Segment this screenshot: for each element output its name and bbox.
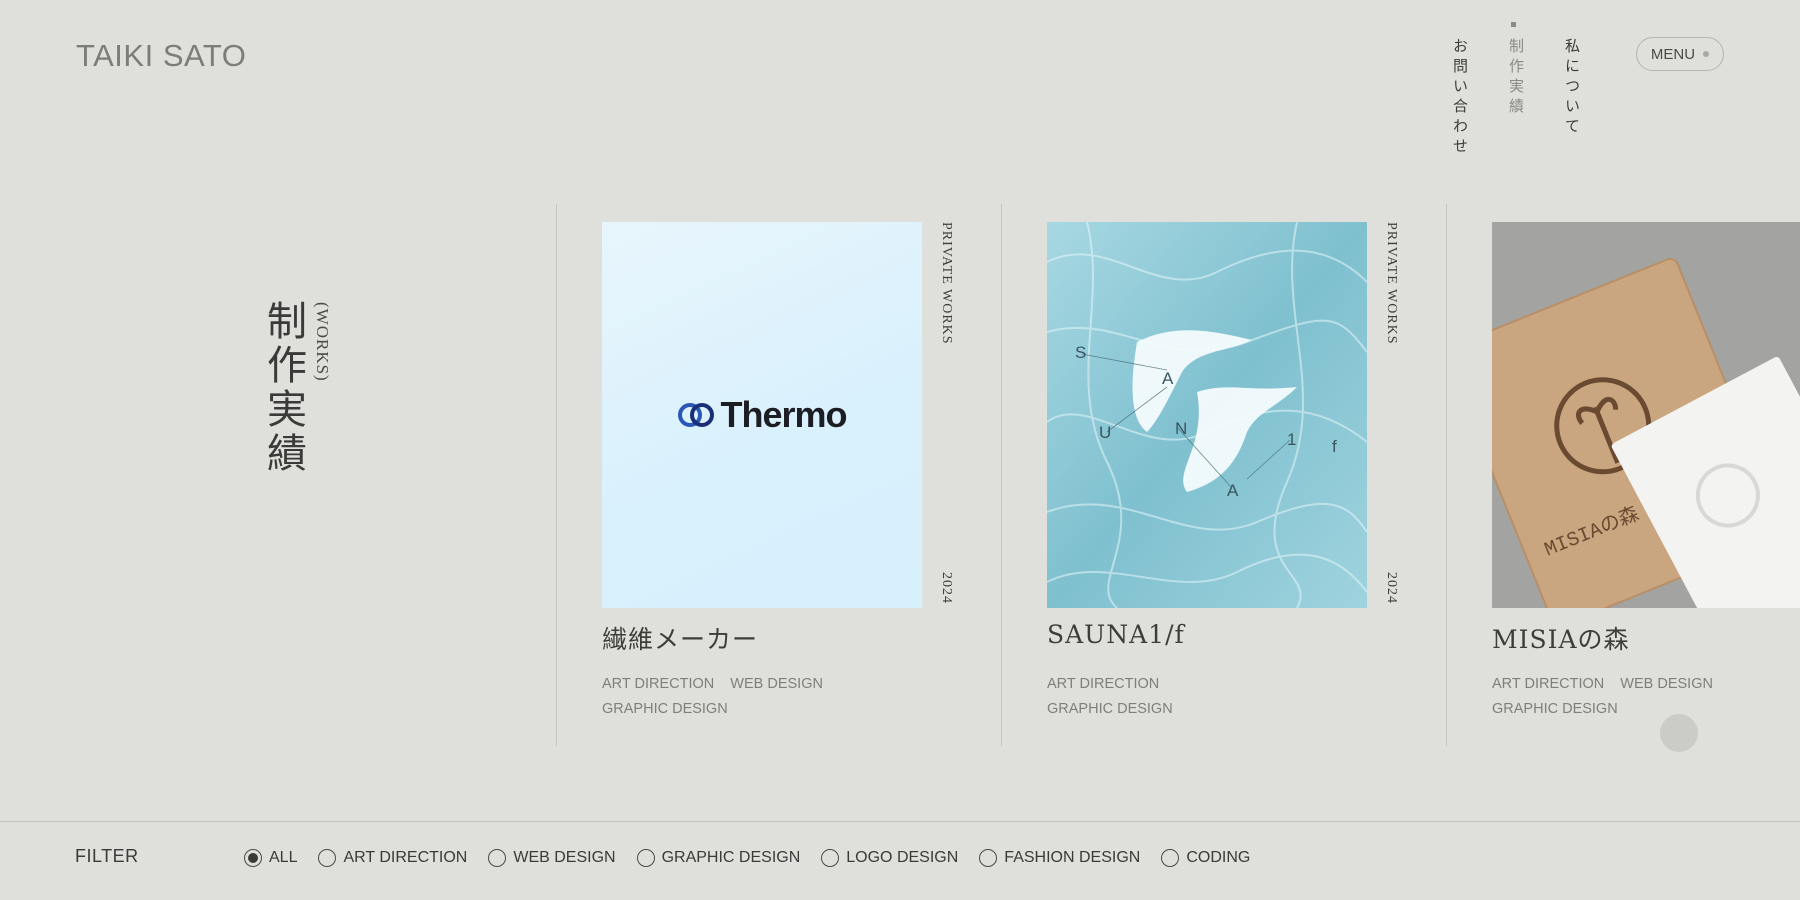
- work-tags: ART DIRECTION GRAPHIC DESIGN: [1047, 672, 1287, 722]
- work-card[interactable]: MISIAの森 MISIAの森 ART DIRECTION WEB DESIGN…: [1492, 222, 1800, 732]
- site-logo[interactable]: TAIKI SATO: [76, 38, 246, 74]
- menu-button[interactable]: MENU: [1636, 37, 1724, 71]
- work-card[interactable]: Thermo PRIVATE WORKS 2024 繊維メーカー ART DIR…: [602, 222, 982, 732]
- radio-icon[interactable]: [488, 849, 507, 867]
- card-divider: [556, 204, 557, 746]
- work-tag: WEB DESIGN: [1620, 676, 1713, 692]
- filter-option-label: GRAPHIC DESIGN: [661, 849, 801, 866]
- filter-option-label: ALL: [269, 849, 298, 866]
- radio-selected-icon[interactable]: [244, 849, 262, 867]
- work-title[interactable]: MISIAの森: [1492, 620, 1630, 656]
- filter-fashion-design[interactable]: FASHION DESIGN: [979, 849, 1140, 867]
- thermo-logo: Thermo: [677, 394, 848, 436]
- filter-coding[interactable]: CODING: [1161, 849, 1250, 867]
- sauna-letter: U: [1099, 423, 1111, 442]
- work-tag: ART DIRECTION: [1492, 676, 1605, 692]
- filter-option-label: WEB DESIGN: [513, 849, 616, 866]
- filter-all[interactable]: ALL: [244, 849, 297, 867]
- filter-options: ALL ART DIRECTION WEB DESIGN GRAPHIC DES…: [244, 849, 1271, 867]
- thermo-wordmark: Thermo: [720, 394, 847, 435]
- filter-option-label: ART DIRECTION: [343, 849, 468, 866]
- active-nav-indicator: [1511, 22, 1516, 27]
- filter-label: FILTER: [75, 846, 139, 866]
- card-divider: [1001, 204, 1002, 746]
- work-category: PRIVATE WORKS: [1384, 222, 1399, 345]
- work-year: 2024: [939, 572, 954, 604]
- radio-icon[interactable]: [636, 849, 655, 867]
- work-tag: GRAPHIC DESIGN: [1047, 701, 1173, 717]
- filter-option-label: FASHION DESIGN: [1004, 849, 1141, 866]
- nav-about[interactable]: 私について: [1562, 38, 1583, 138]
- filter-web-design[interactable]: WEB DESIGN: [488, 849, 616, 867]
- work-tag: ART DIRECTION: [1047, 676, 1160, 692]
- sauna-letter: S: [1075, 343, 1086, 362]
- filter-graphic-design[interactable]: GRAPHIC DESIGN: [636, 849, 801, 867]
- work-tags: ART DIRECTION WEB DESIGN GRAPHIC DESIGN: [602, 672, 842, 722]
- card-divider: [1446, 204, 1447, 746]
- work-category: PRIVATE WORKS: [939, 222, 954, 345]
- work-tags: ART DIRECTION WEB DESIGN GRAPHIC DESIGN: [1492, 672, 1732, 722]
- work-title[interactable]: 繊維メーカー: [602, 620, 758, 656]
- radio-icon[interactable]: [979, 849, 998, 867]
- work-tag: GRAPHIC DESIGN: [1492, 701, 1618, 717]
- work-title[interactable]: SAUNA1/f: [1047, 620, 1185, 649]
- footer-divider: [0, 821, 1800, 822]
- thermo-rings-icon: [678, 403, 715, 427]
- filter-option-label: LOGO DESIGN: [846, 849, 959, 866]
- section-title: 制作実績: [260, 300, 306, 476]
- sauna-artwork: S A U N A 1 f: [1047, 222, 1367, 608]
- work-tag: WEB DESIGN: [730, 676, 823, 692]
- work-thumbnail[interactable]: Thermo: [602, 222, 922, 608]
- filter-option-label: CODING: [1186, 849, 1251, 866]
- sauna-letter: N: [1175, 419, 1187, 438]
- radio-icon[interactable]: [821, 849, 840, 867]
- misia-artwork: MISIAの森: [1492, 222, 1800, 608]
- sauna-letter: A: [1162, 369, 1174, 388]
- filter-logo-design[interactable]: LOGO DESIGN: [821, 849, 958, 867]
- work-card[interactable]: S A U N A 1 f PRIVATE WORKS 2024 SAUNA1/…: [1047, 222, 1427, 732]
- menu-label: MENU: [1650, 45, 1696, 63]
- work-thumbnail[interactable]: S A U N A 1 f: [1047, 222, 1367, 608]
- nav-works[interactable]: 制作実績: [1506, 38, 1527, 118]
- work-tag: GRAPHIC DESIGN: [602, 701, 728, 717]
- cursor-follower: [1660, 714, 1698, 752]
- sauna-letter: 1: [1287, 430, 1296, 449]
- work-thumbnail[interactable]: MISIAの森: [1492, 222, 1800, 608]
- radio-icon[interactable]: [318, 849, 337, 867]
- radio-icon[interactable]: [1161, 849, 1180, 867]
- menu-dot-icon: [1703, 51, 1710, 57]
- sauna-letter: A: [1227, 481, 1239, 500]
- sauna-letter: f: [1332, 437, 1337, 456]
- section-subtitle: (WORKS): [313, 302, 332, 382]
- filter-art-direction[interactable]: ART DIRECTION: [318, 849, 467, 867]
- work-year: 2024: [1384, 572, 1399, 604]
- work-tag: ART DIRECTION: [602, 676, 715, 692]
- nav-contact[interactable]: お問い合わせ: [1450, 38, 1471, 158]
